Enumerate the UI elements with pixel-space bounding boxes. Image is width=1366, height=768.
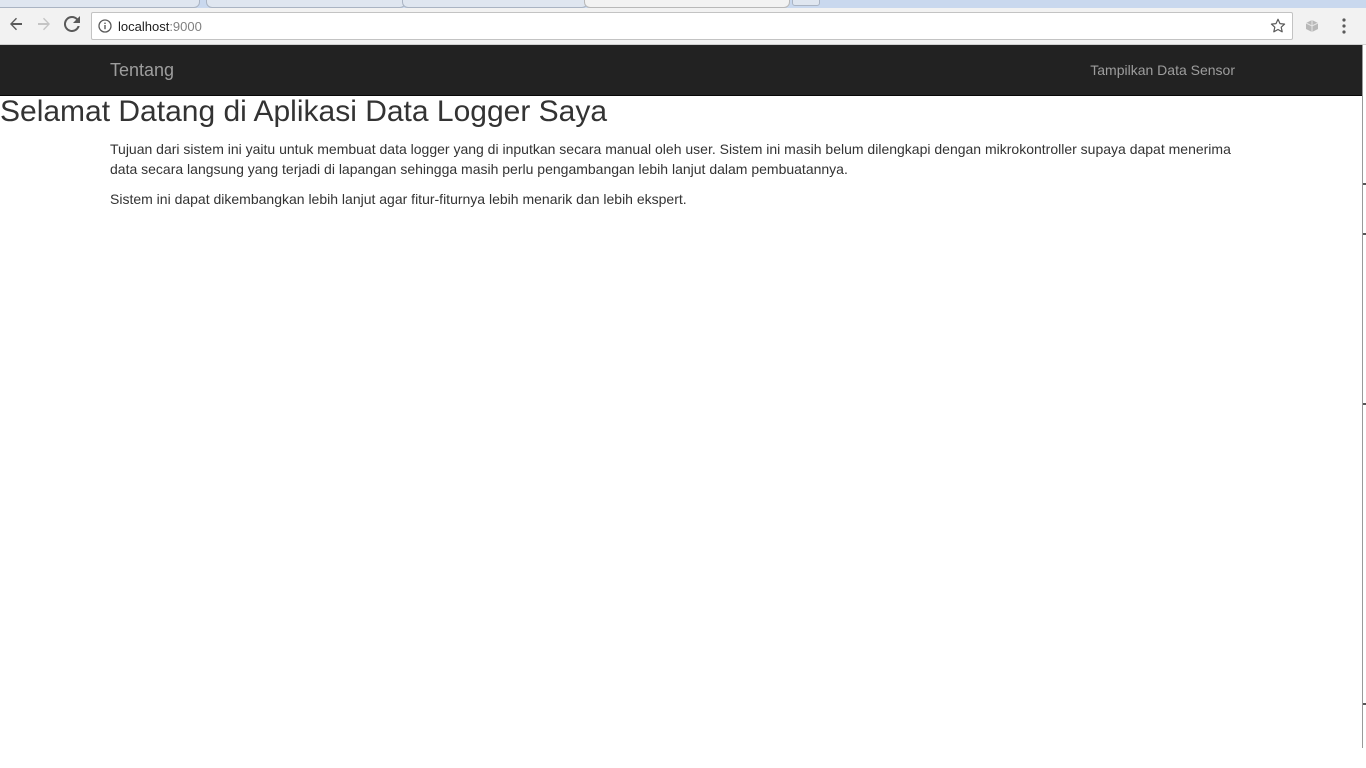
more-vertical-icon[interactable] [1336,16,1352,36]
browser-toolbar: localhost:9000 [0,8,1366,45]
site-navbar: Tentang Tampilkan Data Sensor [0,45,1362,96]
new-tab-button[interactable] [792,0,820,6]
browser-tab[interactable] [206,0,406,8]
page-title: Selamat Datang di Aplikasi Data Logger S… [0,95,608,128]
scrollbar[interactable] [1362,45,1366,748]
url-text: localhost:9000 [118,19,202,34]
url-host: localhost [118,19,170,34]
reload-button[interactable] [60,14,84,38]
nav-link-sensor-data[interactable]: Tampilkan Data Sensor [1090,62,1235,78]
extension-icon[interactable] [1302,16,1322,36]
address-bar[interactable]: localhost:9000 [91,12,1293,40]
star-icon[interactable] [1270,18,1286,34]
forward-button[interactable] [32,14,56,38]
reload-icon [63,15,80,37]
info-icon[interactable] [98,19,112,33]
browser-tab[interactable] [0,0,200,8]
tab-strip [0,0,1366,8]
browser-tab-active[interactable] [584,0,790,8]
back-button[interactable] [4,14,28,38]
url-port: :9000 [169,19,202,34]
navbar-brand-link[interactable]: Tentang [110,60,174,81]
main-content: Tujuan dari sistem ini yaitu untuk membu… [110,139,1245,219]
arrow-right-icon [36,16,52,37]
intro-paragraph: Tujuan dari sistem ini yaitu untuk membu… [110,141,1231,177]
development-paragraph: Sistem ini dapat dikembangkan lebih lanj… [110,191,687,207]
arrow-left-icon [8,16,24,37]
browser-tab[interactable] [402,0,588,8]
